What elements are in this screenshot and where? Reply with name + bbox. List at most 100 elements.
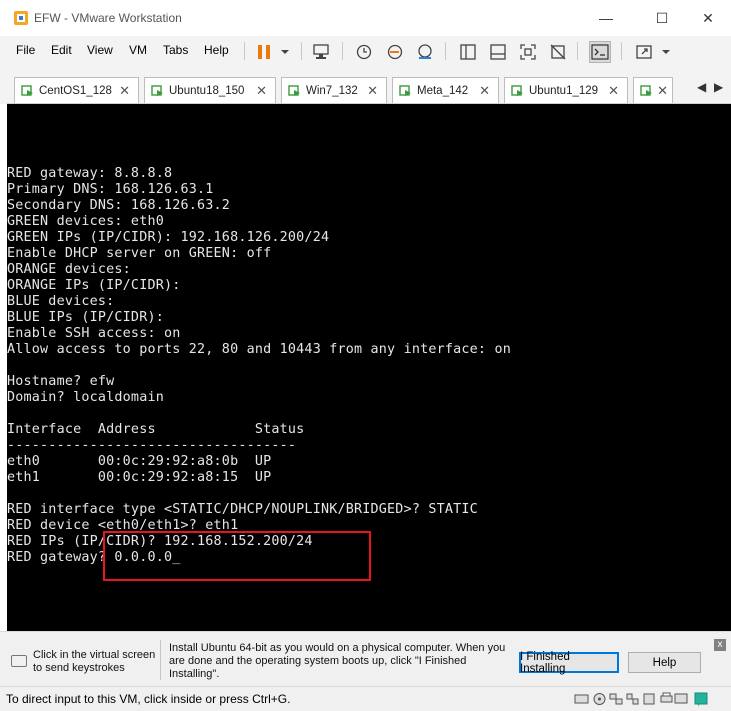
toolbar-separator	[342, 42, 343, 60]
menu-bar: File Edit View VM Tabs Help	[0, 36, 731, 66]
send-ctrl-alt-del-icon[interactable]	[310, 41, 332, 63]
menu-vm[interactable]: VM	[129, 43, 147, 57]
console-line: RED gateway: 8.8.8.8	[7, 166, 173, 181]
console-line: Hostname? efw	[7, 374, 115, 389]
maximize-button[interactable]: ☐	[639, 0, 685, 36]
console-line: ORANGE devices:	[7, 262, 131, 277]
console-line: Secondary DNS: 168.126.63.2	[7, 198, 231, 213]
window-title: EFW - VMware Workstation	[34, 11, 182, 25]
tab-ubuntu18-150[interactable]: Ubuntu18_150 ✕	[144, 77, 276, 103]
menu-file[interactable]: File	[16, 43, 35, 57]
console-line: Enable DHCP server on GREEN: off	[7, 246, 272, 261]
printer-icon[interactable]	[659, 692, 674, 706]
vm-icon	[151, 84, 163, 96]
stretch-dropdown-icon[interactable]	[655, 41, 677, 63]
message-icon[interactable]	[694, 692, 709, 706]
tab-label: Ubuntu18_150	[169, 84, 245, 97]
snapshot-icon[interactable]	[353, 41, 375, 63]
help-button[interactable]: Help	[628, 652, 701, 673]
tab-scroll-right-icon[interactable]: ▶	[714, 80, 723, 94]
pause-icon[interactable]	[253, 41, 275, 63]
network-icon[interactable]	[609, 692, 624, 706]
status-message: To direct input to this VM, click inside…	[6, 692, 291, 706]
vm-icon	[399, 84, 411, 96]
toolbar-separator	[445, 42, 446, 60]
tab-close-icon[interactable]: ✕	[608, 83, 619, 99]
thumbnail-icon[interactable]	[487, 41, 509, 63]
fullscreen-icon[interactable]	[517, 41, 539, 63]
console-line: eth0 00:0c:29:92:a8:0b UP	[7, 454, 272, 469]
tab-label: Ubuntu1_129	[529, 84, 599, 97]
close-window-button[interactable]: ✕	[685, 0, 731, 36]
i-finished-installing-button[interactable]: I Finished Installing	[519, 651, 619, 675]
tab-centos1-128[interactable]: CentOS1_128 ✕	[14, 77, 139, 103]
tab-win7-132[interactable]: Win7_132 ✕	[281, 77, 387, 103]
toolbar-separator	[577, 42, 578, 60]
revert-snapshot-icon[interactable]	[384, 41, 406, 63]
toolbar-separator	[621, 42, 622, 60]
console-line: Allow access to ports 22, 80 and 10443 f…	[7, 342, 511, 357]
install-hint-bar: Click in the virtual screen to send keys…	[0, 631, 731, 686]
install-message: Install Ubuntu 64-bit as you would on a …	[169, 642, 506, 680]
menu-help[interactable]: Help	[204, 43, 229, 57]
toolbar-separator	[301, 42, 302, 60]
status-bar: To direct input to this VM, click inside…	[0, 686, 731, 711]
vm-icon	[288, 84, 300, 96]
highlight-annotation-box	[103, 531, 371, 581]
console-line: GREEN devices: eth0	[7, 214, 164, 229]
console-line: GREEN IPs (IP/CIDR): 192.168.126.200/24	[7, 230, 330, 245]
console-line: eth1 00:0c:29:92:a8:15 UP	[7, 470, 272, 485]
vm-console-screen[interactable]: RED gateway: 8.8.8.8 Primary DNS: 168.12…	[7, 104, 731, 631]
display-icon[interactable]	[674, 692, 689, 706]
tab-close-icon[interactable]: ✕	[657, 83, 668, 99]
click-hint-line: to send keystrokes	[33, 662, 125, 674]
library-side-strip	[0, 66, 7, 104]
vmware-logo-icon	[14, 11, 28, 25]
click-hint-line: Click in the virtual screen	[33, 649, 156, 661]
tab-label: Win7_132	[306, 84, 358, 97]
vm-icon	[511, 84, 523, 96]
console-line: Interface Address Status	[7, 422, 305, 437]
tab-meta-142[interactable]: Meta_142 ✕	[392, 77, 499, 103]
tab-label: Meta_142	[417, 84, 469, 97]
close-hint-icon[interactable]: x	[714, 639, 726, 651]
cd-drive-icon[interactable]	[592, 692, 607, 706]
console-view-icon[interactable]	[589, 41, 611, 63]
menu-view[interactable]: View	[87, 43, 113, 57]
tab-scroll-left-icon[interactable]: ◀	[697, 80, 706, 94]
unity-icon[interactable]	[547, 41, 569, 63]
menu-tabs[interactable]: Tabs	[163, 43, 188, 57]
sound-icon[interactable]	[642, 692, 657, 706]
console-line: BLUE devices:	[7, 294, 115, 309]
dropdown-icon[interactable]	[274, 41, 296, 63]
console-line: Primary DNS: 168.126.63.1	[7, 182, 214, 197]
tab-efw-active[interactable]: ✕	[633, 77, 673, 103]
tab-close-icon[interactable]: ✕	[479, 83, 490, 99]
click-hint: Click in the virtual screen to send keys…	[33, 649, 155, 675]
menu-edit[interactable]: Edit	[51, 43, 72, 57]
vm-icon	[21, 84, 33, 96]
tab-label: CentOS1_128	[39, 84, 112, 97]
stretch-icon[interactable]	[633, 41, 655, 63]
vm-icon	[640, 84, 652, 96]
console-line: Enable SSH access: on	[7, 326, 181, 341]
divider	[160, 640, 161, 680]
library-icon[interactable]	[457, 41, 479, 63]
hard-disk-icon[interactable]	[574, 692, 589, 706]
console-line: -----------------------------------	[7, 438, 297, 453]
toolbar-separator	[244, 42, 245, 60]
snapshot-manager-icon[interactable]	[414, 41, 436, 63]
tab-ubuntu1-129[interactable]: Ubuntu1_129 ✕	[504, 77, 628, 103]
tab-close-icon[interactable]: ✕	[119, 83, 130, 99]
usb-icon[interactable]	[625, 692, 640, 706]
title-bar: EFW - VMware Workstation — ☐ ✕	[0, 0, 731, 36]
console-line: Domain? localdomain	[7, 390, 164, 405]
keyboard-icon	[11, 655, 27, 667]
vm-tab-bar: CentOS1_128 ✕ Ubuntu18_150 ✕ Win7_132 ✕ …	[0, 66, 731, 104]
console-line: BLUE IPs (IP/CIDR):	[7, 310, 164, 325]
minimize-button[interactable]: —	[583, 0, 629, 36]
tab-close-icon[interactable]: ✕	[256, 83, 267, 99]
console-line: RED interface type <STATIC/DHCP/NOUPLINK…	[7, 502, 478, 517]
tab-close-icon[interactable]: ✕	[367, 83, 378, 99]
console-line: ORANGE IPs (IP/CIDR):	[7, 278, 181, 293]
